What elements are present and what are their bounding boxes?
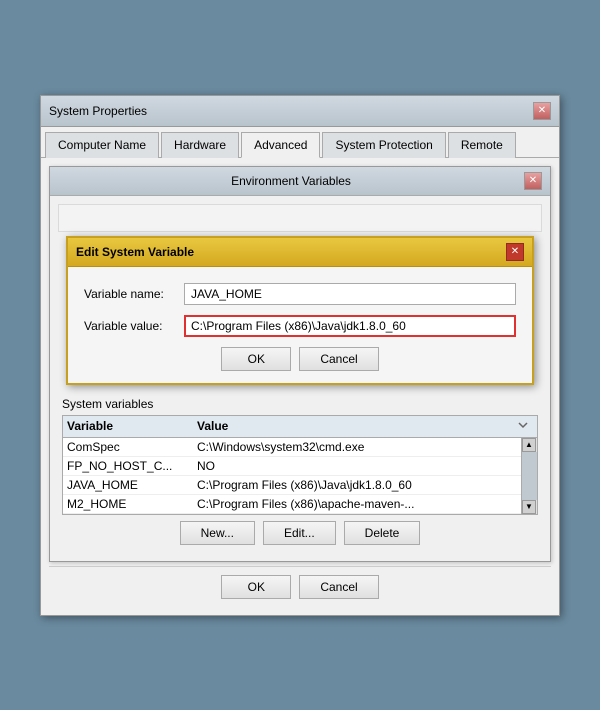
close-button[interactable]: ✕ [533, 102, 551, 120]
table-header: Variable Value [63, 416, 537, 438]
main-bottom-buttons: OK Cancel [49, 566, 551, 607]
system-variables-buttons: New... Edit... Delete [62, 521, 538, 545]
cell-value-2: C:\Program Files (x86)\Java\jdk1.8.0_60 [197, 478, 533, 492]
edit-cancel-button[interactable]: Cancel [299, 347, 378, 371]
table-body: ComSpec C:\Windows\system32\cmd.exe FP_N… [63, 438, 537, 514]
tab-computer-name[interactable]: Computer Name [45, 132, 159, 158]
table-row[interactable]: ComSpec C:\Windows\system32\cmd.exe [63, 438, 537, 457]
edit-dialog-title: Edit System Variable [76, 245, 506, 259]
env-close-button[interactable]: ✕ [524, 172, 542, 190]
edit-system-var-button[interactable]: Edit... [263, 521, 336, 545]
user-variables-partial [58, 204, 542, 232]
delete-system-var-button[interactable]: Delete [344, 521, 421, 545]
col-value-header: Value [197, 419, 517, 434]
scroll-down-arrow[interactable]: ▼ [522, 500, 536, 514]
tab-remote[interactable]: Remote [448, 132, 516, 158]
tab-system-protection[interactable]: System Protection [322, 132, 445, 158]
variable-value-input[interactable] [184, 315, 516, 337]
table-row[interactable]: JAVA_HOME C:\Program Files (x86)\Java\jd… [63, 476, 537, 495]
cell-value-1: NO [197, 459, 533, 473]
window-title: System Properties [49, 104, 147, 118]
scroll-thumb[interactable] [522, 452, 537, 500]
scrollbar[interactable]: ▲ ▼ [521, 438, 537, 514]
cell-variable-1: FP_NO_HOST_C... [67, 459, 197, 473]
tab-advanced[interactable]: Advanced [241, 132, 320, 158]
variable-name-row: Variable name: [84, 283, 516, 305]
main-cancel-button[interactable]: Cancel [299, 575, 378, 599]
system-variables-label: System variables [62, 397, 538, 411]
variable-name-label: Variable name: [84, 287, 184, 301]
col-variable-header: Variable [67, 419, 197, 434]
system-variables-table: Variable Value ComSpec C:\Wi [62, 415, 538, 515]
cell-value-3: C:\Program Files (x86)\apache-maven-... [197, 497, 533, 511]
edit-dialog-buttons: OK Cancel [84, 347, 516, 371]
edit-ok-button[interactable]: OK [221, 347, 291, 371]
edit-dialog-title-bar: Edit System Variable ✕ [68, 238, 532, 267]
env-variables-window: Environment Variables ✕ Edit System Vari… [49, 166, 551, 562]
variable-value-row: Variable value: [84, 315, 516, 337]
cell-variable-2: JAVA_HOME [67, 478, 197, 492]
tab-hardware[interactable]: Hardware [161, 132, 239, 158]
env-title-bar: Environment Variables ✕ [50, 167, 550, 196]
main-ok-button[interactable]: OK [221, 575, 291, 599]
scroll-up-arrow[interactable]: ▲ [522, 438, 536, 452]
system-variables-section: System variables Variable Value [58, 393, 542, 549]
edit-system-variable-dialog: Edit System Variable ✕ Variable name: Va… [66, 236, 534, 385]
main-content: Environment Variables ✕ Edit System Vari… [41, 158, 559, 615]
table-row[interactable]: M2_HOME C:\Program Files (x86)\apache-ma… [63, 495, 537, 514]
variable-name-input[interactable] [184, 283, 516, 305]
env-window-title: Environment Variables [58, 174, 524, 188]
tab-bar: Computer Name Hardware Advanced System P… [41, 127, 559, 158]
table-row[interactable]: FP_NO_HOST_C... NO [63, 457, 537, 476]
variable-value-label: Variable value: [84, 319, 184, 333]
col-scroll-header [517, 419, 533, 434]
edit-dialog-body: Variable name: Variable value: OK Cancel [68, 267, 532, 383]
cell-variable-0: ComSpec [67, 440, 197, 454]
system-properties-window: System Properties ✕ Computer Name Hardwa… [40, 95, 560, 616]
env-content: Edit System Variable ✕ Variable name: Va… [50, 196, 550, 561]
title-bar-buttons: ✕ [533, 102, 551, 120]
new-system-var-button[interactable]: New... [180, 521, 255, 545]
cell-variable-3: M2_HOME [67, 497, 197, 511]
cell-value-0: C:\Windows\system32\cmd.exe [197, 440, 533, 454]
edit-dialog-close-button[interactable]: ✕ [506, 243, 524, 261]
title-bar: System Properties ✕ [41, 96, 559, 127]
